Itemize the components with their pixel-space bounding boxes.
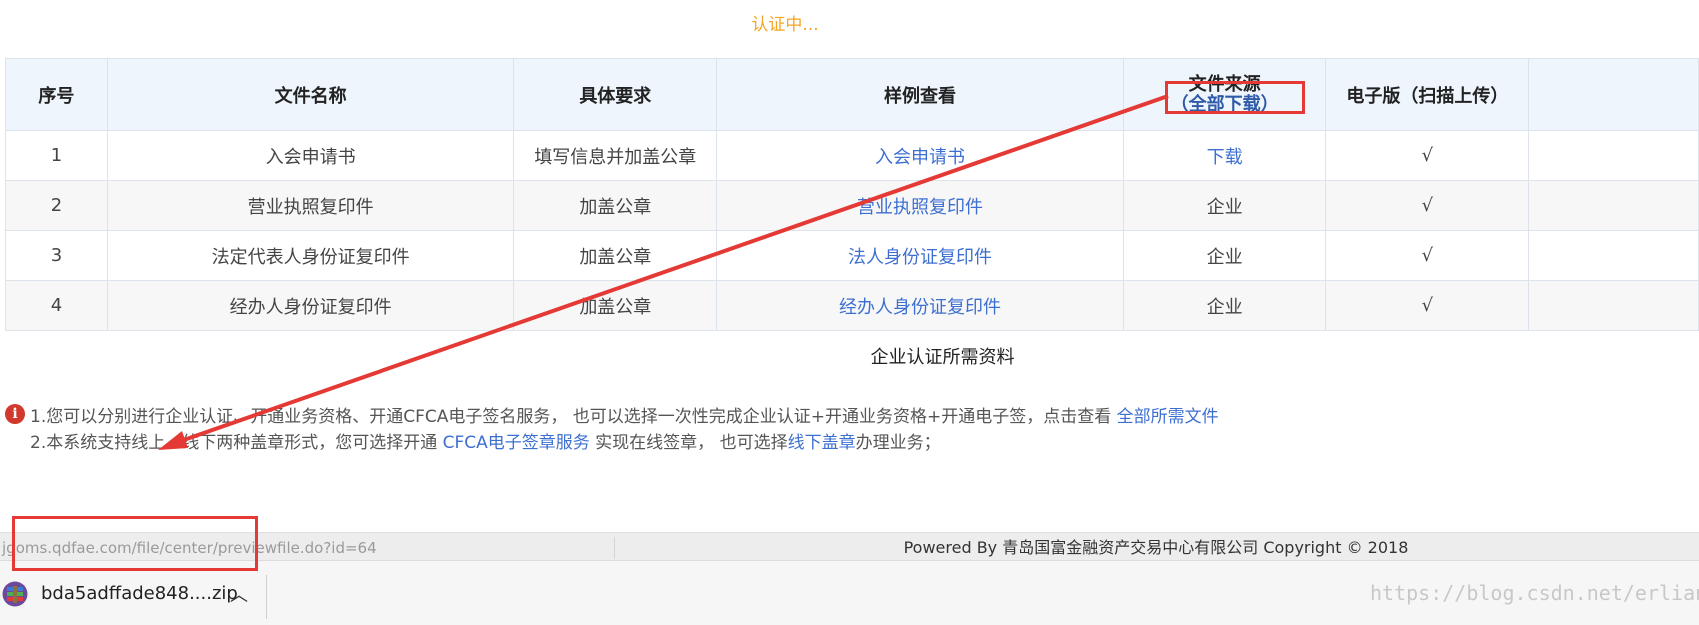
cell-file-name: 营业执照复印件 [106,180,515,231]
cell-requirement: 加盖公章 [513,180,718,231]
download-item[interactable]: bda5adffade848....zip ︿ [0,569,267,619]
download-all-link[interactable]: （全部下载） [1171,94,1279,115]
notice-line-1: 1.您可以分别进行企业认证、开通业务资格、开通CFCA电子签名服务， 也可以选择… [30,402,1219,427]
cell-extra [1528,230,1699,281]
required-documents-table: 序号 文件名称 具体要求 样例查看 文件来源 （全部下载） 电子版（扫描上传） … [5,58,1699,331]
cell-requirement: 填写信息并加盖公章 [513,130,718,181]
cell-electronic: √ [1325,280,1530,331]
auth-status-text: 认证中... [751,15,819,35]
blog-watermark: https://blog.csdn.net/erlian1992 [1370,581,1699,605]
zip-archive-icon [2,581,28,607]
table-row: 3 法定代表人身份证复印件 加盖公章 法人身份证复印件 企业 √ [5,230,1699,281]
sample-link[interactable]: 经办人身份证复印件 [839,297,1001,318]
copyright-text: Powered By 青岛国富金融资产交易中心有限公司 Copyright © … [903,538,1409,557]
header-file-name: 文件名称 [106,58,515,131]
cell-electronic: √ [1325,180,1530,231]
footer-bar: jgoms.qdfae.com/file/center/previewfile.… [0,532,1699,561]
download-link[interactable]: 下载 [1207,147,1243,168]
download-separator [266,575,267,619]
cell-source: 企业 [1122,280,1327,331]
cell-file-name: 法定代表人身份证复印件 [106,230,515,281]
cell-index: 2 [5,180,108,231]
cell-electronic: √ [1325,130,1530,181]
status-url-preview: jgoms.qdfae.com/file/center/previewfile.… [0,537,615,559]
table-header-row: 序号 文件名称 具体要求 样例查看 文件来源 （全部下载） 电子版（扫描上传） [5,58,1699,131]
notice-line-2: 2.本系统支持线上、线下两种盖章形式，您可选择开通 CFCA电子签章服务 实现在… [30,428,941,453]
cell-requirement: 加盖公章 [513,280,718,331]
sample-link[interactable]: 法人身份证复印件 [848,247,992,268]
all-files-link[interactable]: 全部所需文件 [1117,407,1219,427]
notice-line-2-middle: 实现在线签章， 也可选择 [589,433,788,453]
cell-extra [1528,280,1699,331]
cell-index: 3 [5,230,108,281]
cell-extra [1528,180,1699,231]
sample-link[interactable]: 营业执照复印件 [857,197,983,218]
notice-line-2-prefix: 2.本系统支持线上、线下两种盖章形式，您可选择开通 [30,433,443,453]
info-icon: i [5,404,25,424]
offline-seal-link[interactable]: 线下盖章 [788,433,856,453]
cell-source: 企业 [1122,230,1327,281]
cell-source: 企业 [1122,180,1327,231]
cell-file-name: 经办人身份证复印件 [106,280,515,331]
table-row: 4 经办人身份证复印件 加盖公章 经办人身份证复印件 企业 √ [5,280,1699,331]
table-row: 2 营业执照复印件 加盖公章 营业执照复印件 企业 √ [5,180,1699,231]
notice-line-2-suffix: 办理业务； [855,433,941,453]
header-extra [1528,58,1699,131]
cell-file-name: 入会申请书 [106,130,515,181]
cfca-service-link[interactable]: CFCA电子签章服务 [443,433,590,453]
table-row: 1 入会申请书 填写信息并加盖公章 入会申请书 下载 √ [5,130,1699,181]
cell-index: 1 [5,130,108,181]
download-filename: bda5adffade848....zip [41,583,238,604]
cell-requirement: 加盖公章 [513,230,718,281]
header-requirement: 具体要求 [513,58,718,131]
browser-download-bar: bda5adffade848....zip ︿ https://blog.csd… [0,560,1699,625]
header-source: 文件来源 （全部下载） [1122,58,1327,131]
notice-line-1-text: 1.您可以分别进行企业认证、开通业务资格、开通CFCA电子签名服务， 也可以选择… [30,407,1117,427]
header-index: 序号 [5,58,108,131]
table-caption: 企业认证所需资料 [870,347,1015,368]
header-electronic: 电子版（扫描上传） [1325,58,1530,131]
header-source-label: 文件来源 [1188,73,1261,95]
cell-electronic: √ [1325,230,1530,281]
cell-extra [1528,130,1699,181]
sample-link[interactable]: 入会申请书 [875,147,965,168]
chevron-up-icon[interactable]: ︿ [230,581,248,607]
header-sample: 样例查看 [716,58,1124,131]
cell-index: 4 [5,280,108,331]
